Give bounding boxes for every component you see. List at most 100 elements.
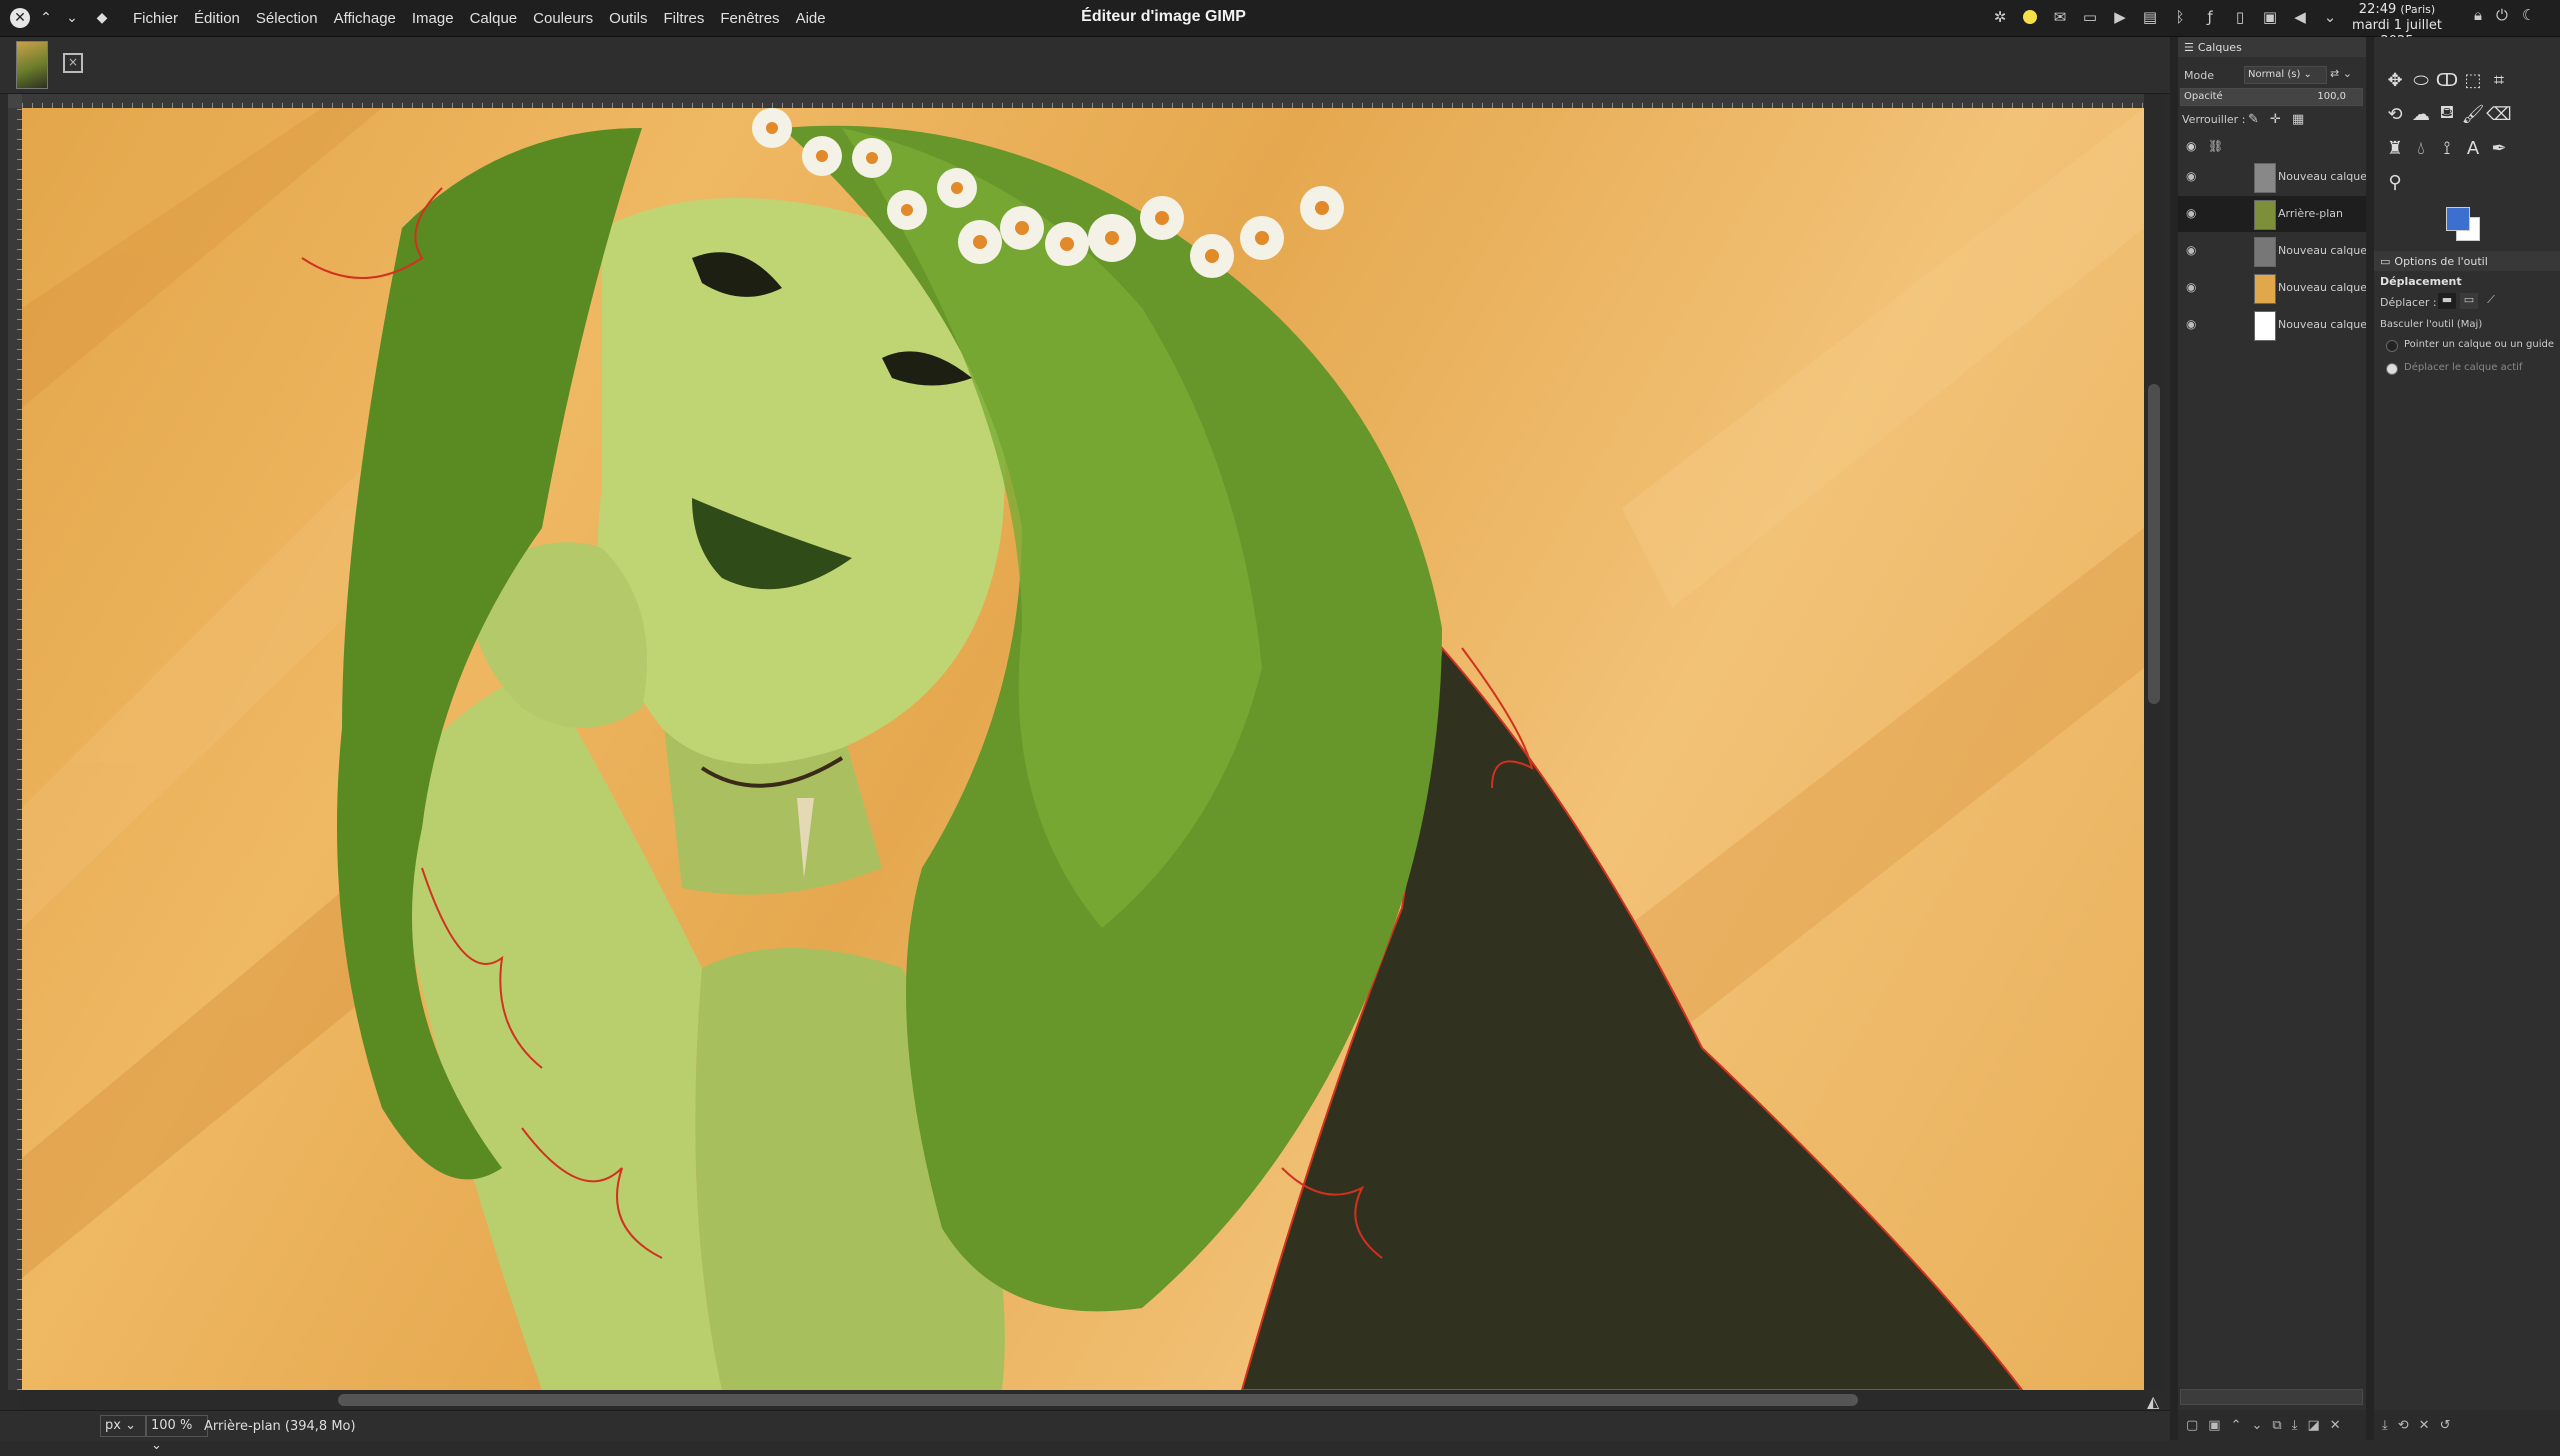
move-selection-icon[interactable]: ▭: [2460, 293, 2478, 309]
ruler-corner[interactable]: [8, 94, 22, 108]
smudge-icon[interactable]: 💧︎: [2408, 135, 2434, 161]
tool-options-footer: ⤓ ⟲ ✕ ↺: [2374, 1410, 2560, 1440]
power-icon[interactable]: ⏻: [2496, 6, 2508, 24]
layer-row[interactable]: ◉ Arrière-plan: [2178, 196, 2366, 232]
briefcase-icon[interactable]: ▭: [2080, 6, 2100, 28]
visibility-header-icon: ◉: [2186, 139, 2197, 153]
horizontal-scroll-thumb[interactable]: [338, 1394, 1858, 1406]
chevron-down-icon[interactable]: ⌄: [2320, 6, 2340, 28]
layer-name: Arrière-plan: [2278, 207, 2343, 220]
vertical-ruler[interactable]: [8, 108, 22, 1390]
new-layer-icon[interactable]: ▢: [2186, 1418, 2198, 1433]
navigate-icon[interactable]: ◭: [2147, 1392, 2159, 1411]
eraser-icon[interactable]: ⌫: [2486, 101, 2512, 127]
phone-icon[interactable]: ▯: [2230, 6, 2250, 28]
font-icon[interactable]: ƒ: [2200, 6, 2220, 28]
lower-layer-icon[interactable]: ⌄: [2252, 1418, 2263, 1433]
sun-icon[interactable]: [2020, 6, 2040, 28]
duplicate-layer-icon[interactable]: ⧉: [2272, 1418, 2281, 1433]
moon-icon[interactable]: ☾: [2522, 6, 2535, 24]
save-options-icon[interactable]: ⤓: [2382, 1418, 2388, 1433]
layer-row[interactable]: ◉ Nouveau calque#1: [2178, 307, 2366, 343]
horizontal-ruler[interactable]: [22, 94, 2144, 108]
layer-thumbnail: [2254, 311, 2276, 341]
move-path-icon[interactable]: ⟋: [2482, 293, 2500, 309]
new-group-icon[interactable]: ▣: [2208, 1418, 2220, 1433]
opacity-slider[interactable]: Opacité 100,0: [2180, 88, 2363, 106]
lock-pixels-icon[interactable]: ✎: [2248, 112, 2259, 127]
bucket-fill-icon[interactable]: ⛾: [2434, 101, 2460, 127]
lock-icon[interactable]: 🔒︎: [2474, 6, 2482, 24]
image-tab-thumbnail[interactable]: [16, 41, 48, 89]
tool-options-tab-icon: ▭: [2380, 254, 2391, 268]
warp-icon[interactable]: ☁: [2408, 101, 2434, 127]
layer-row[interactable]: ◉ Nouveau calque: [2178, 270, 2366, 306]
layers-dock: ☰ Calques Mode Normal (s) ⌄ ⇄ ⌄ Opacité …: [2178, 37, 2366, 1440]
layer-row[interactable]: ◉ Nouveau calque#3: [2178, 159, 2366, 195]
text-tool-icon[interactable]: A: [2460, 135, 2486, 161]
play-icon[interactable]: ▶: [2110, 6, 2130, 28]
layer-row[interactable]: ◉ Nouveau calque#2: [2178, 233, 2366, 269]
top-bar: ✕ ⌃ ⌄ ◆ Fichier Édition Sélection Affichage…: [0, 0, 2560, 49]
clipboard-icon[interactable]: ▤: [2140, 6, 2160, 28]
paintbrush-icon[interactable]: 🖌︎: [2460, 101, 2486, 127]
move-layer-icon[interactable]: ▬: [2438, 293, 2456, 309]
delete-layer-icon[interactable]: ✕: [2330, 1418, 2341, 1433]
mode-switch-icon[interactable]: ⇄ ⌄: [2330, 67, 2352, 80]
path-icon[interactable]: ⟟: [2434, 135, 2460, 161]
ellipse-select-icon[interactable]: ⬭: [2408, 67, 2434, 93]
raise-layer-icon[interactable]: ⌃: [2231, 1418, 2242, 1433]
option-pick-layer[interactable]: Pointer un calque ou un guide: [2404, 339, 2554, 350]
settings-icon[interactable]: ✲: [1990, 6, 2010, 28]
zoom-tool-icon[interactable]: ⚲: [2382, 169, 2408, 195]
foreground-color[interactable]: [2446, 207, 2470, 231]
lock-alpha-icon[interactable]: ▦: [2292, 112, 2304, 127]
close-tab-icon[interactable]: ×: [63, 53, 83, 73]
clone-icon[interactable]: ♜: [2382, 135, 2408, 161]
dock-separator[interactable]: [2366, 37, 2374, 1440]
vertical-scrollbar[interactable]: [2144, 94, 2164, 1390]
eye-icon[interactable]: ◉: [2186, 243, 2202, 259]
toggle-label: Basculer l'outil (Maj): [2380, 319, 2483, 330]
radio-move-active[interactable]: [2386, 363, 2398, 375]
layer-name: Nouveau calque#2: [2278, 244, 2366, 257]
merge-layer-icon[interactable]: ⤓: [2292, 1418, 2298, 1433]
vertical-scroll-thumb[interactable]: [2148, 384, 2160, 704]
dock-separator[interactable]: [2170, 37, 2178, 1440]
mask-icon[interactable]: ◪: [2307, 1418, 2319, 1433]
tab-layers[interactable]: ☰ Calques: [2178, 37, 2366, 57]
unit-select[interactable]: px ⌄: [100, 1415, 146, 1437]
fuzzy-select-icon[interactable]: ⬚: [2460, 67, 2486, 93]
mail-icon[interactable]: ✉: [2050, 6, 2070, 28]
move-tool-icon[interactable]: ✥: [2382, 67, 2408, 93]
window-title: Éditeur d'image GIMP: [1081, 8, 1246, 25]
color-picker-icon[interactable]: ✒: [2486, 135, 2512, 161]
zoom-select[interactable]: 100 % ⌄: [146, 1415, 208, 1453]
display-icon[interactable]: ▣: [2260, 6, 2280, 28]
option-move-active[interactable]: Déplacer le calque actif: [2404, 362, 2522, 373]
crop-icon[interactable]: ⌗: [2486, 67, 2512, 93]
eye-icon[interactable]: ◉: [2186, 280, 2202, 296]
reset-options-icon[interactable]: ↺: [2440, 1418, 2451, 1433]
system-tray: ✲ ✉ ▭ ▶ ▤ ᛒ ƒ ▯ ▣ ◀ ⌄: [1990, 6, 2340, 28]
tab-tool-options[interactable]: ▭ Options de l'outil: [2374, 251, 2560, 271]
restore-options-icon[interactable]: ⟲: [2398, 1418, 2409, 1433]
delete-options-icon[interactable]: ✕: [2419, 1418, 2430, 1433]
eye-icon[interactable]: ◉: [2186, 317, 2202, 333]
layers-scrollbar[interactable]: [2180, 1389, 2363, 1405]
eye-icon[interactable]: ◉: [2186, 206, 2202, 222]
eye-icon[interactable]: ◉: [2186, 169, 2202, 185]
layer-thumbnail: [2254, 163, 2276, 193]
artwork: [22, 108, 2144, 1390]
mode-select[interactable]: Normal (s) ⌄: [2244, 66, 2327, 84]
status-layer-info: Arrière-plan (394,8 Mo): [204, 1419, 356, 1434]
lasso-icon[interactable]: ↀ: [2434, 67, 2460, 93]
radio-pick-layer[interactable]: [2386, 340, 2398, 352]
bluetooth-icon[interactable]: ᛒ: [2170, 6, 2190, 28]
volume-icon[interactable]: ◀: [2290, 6, 2310, 28]
image-canvas[interactable]: [22, 108, 2144, 1390]
horizontal-scrollbar[interactable]: [22, 1390, 2144, 1410]
lock-position-icon[interactable]: ✛: [2270, 112, 2281, 127]
layer-thumbnail: [2254, 237, 2276, 267]
transform-icon[interactable]: ⟲: [2382, 101, 2408, 127]
